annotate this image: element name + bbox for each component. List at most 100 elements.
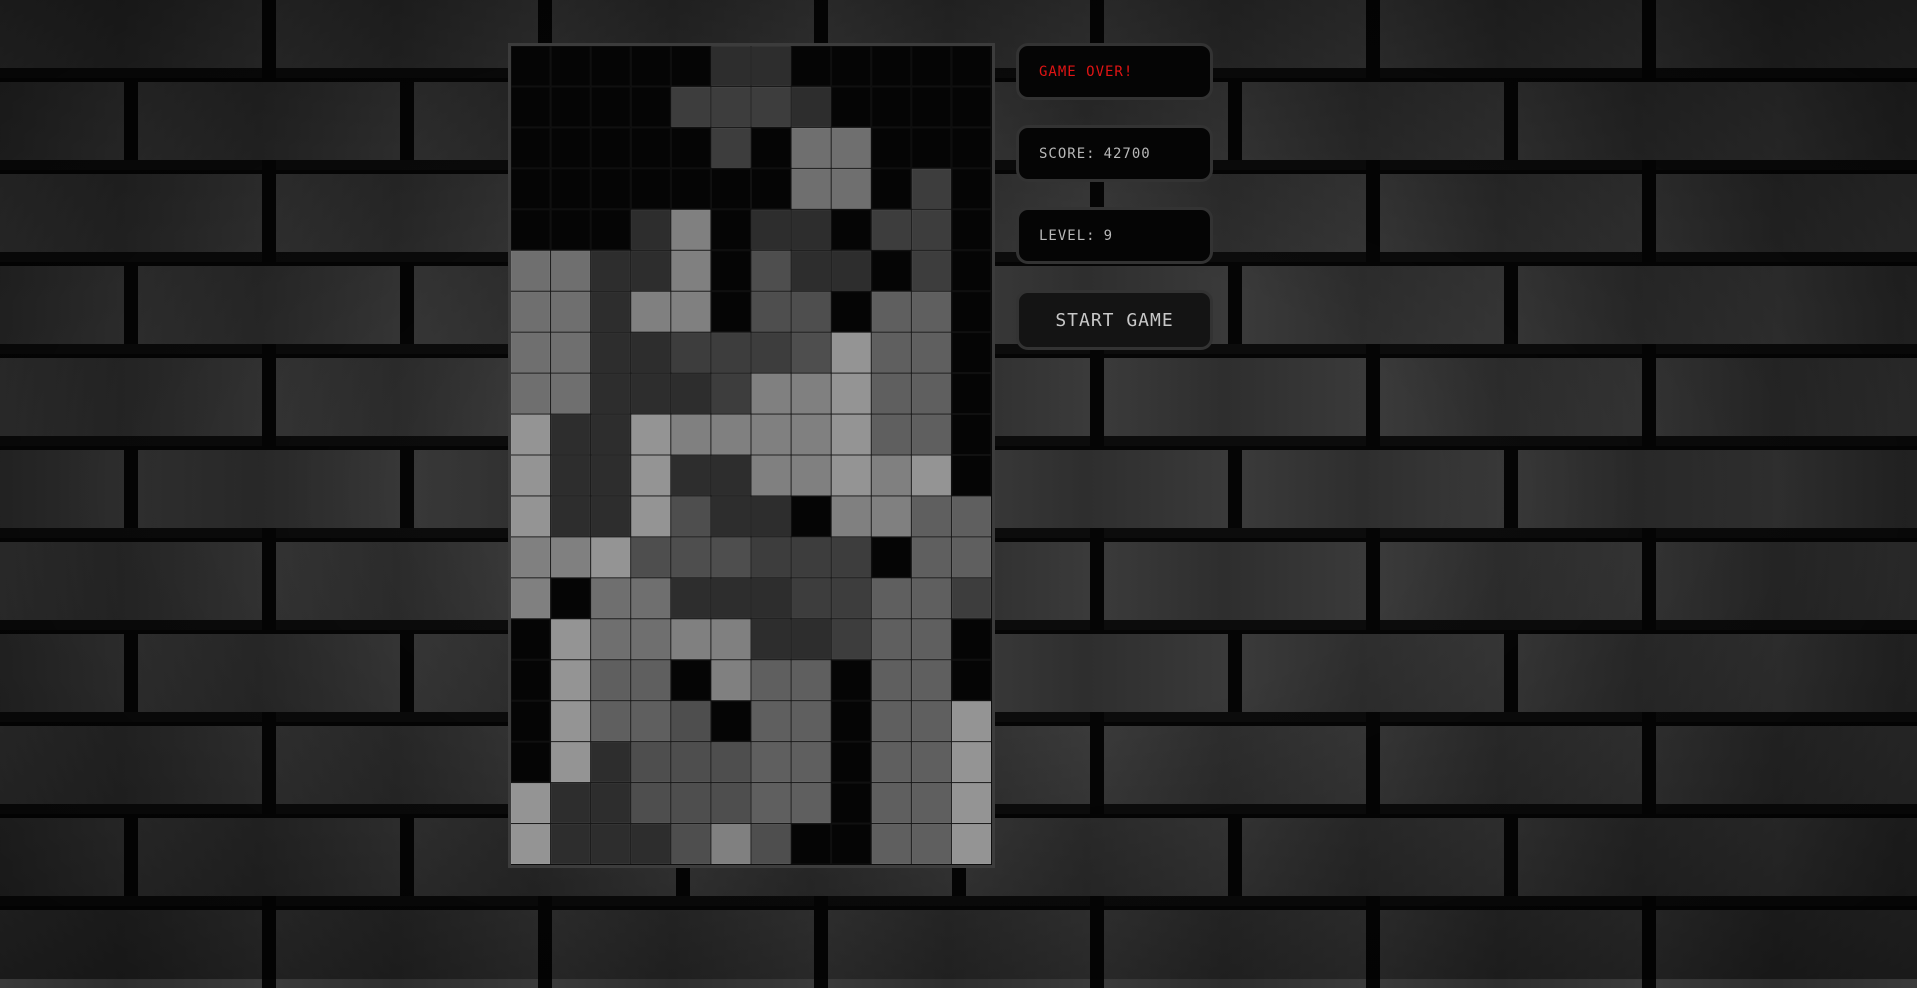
empty-cell	[951, 168, 992, 210]
empty-cell	[511, 127, 551, 169]
empty-cell	[831, 291, 872, 333]
empty-cell	[951, 291, 992, 333]
level-label: LEVEL:	[1039, 227, 1096, 244]
filled-block	[831, 168, 872, 210]
filled-block	[791, 291, 832, 333]
filled-block	[511, 495, 551, 537]
filled-block	[831, 618, 872, 660]
filled-block	[630, 455, 671, 496]
empty-cell	[951, 46, 992, 87]
empty-cell	[590, 46, 631, 87]
filled-block	[751, 209, 792, 251]
filled-block	[871, 455, 912, 496]
filled-block	[590, 291, 631, 333]
filled-block	[751, 250, 792, 292]
empty-cell	[670, 127, 711, 169]
filled-block	[630, 250, 671, 292]
filled-block	[710, 577, 751, 619]
filled-block	[751, 700, 792, 742]
game-board	[508, 43, 995, 868]
filled-block	[751, 618, 792, 660]
filled-block	[710, 373, 751, 415]
filled-block	[710, 536, 751, 578]
filled-block	[710, 823, 751, 865]
empty-cell	[511, 209, 551, 251]
empty-cell	[590, 168, 631, 210]
filled-block	[670, 536, 711, 578]
filled-block	[550, 495, 591, 537]
filled-block	[590, 741, 631, 783]
filled-block	[911, 495, 952, 537]
empty-cell	[710, 291, 751, 333]
filled-block	[511, 536, 551, 578]
filled-block	[590, 536, 631, 578]
filled-block	[751, 332, 792, 374]
filled-block	[751, 782, 792, 824]
filled-block	[951, 577, 992, 619]
start-game-button[interactable]: START GAME	[1016, 290, 1213, 350]
empty-cell	[791, 46, 832, 87]
empty-cell	[710, 168, 751, 210]
filled-block	[911, 741, 952, 783]
filled-block	[550, 700, 591, 742]
empty-cell	[951, 127, 992, 169]
filled-block	[710, 741, 751, 783]
filled-block	[911, 823, 952, 865]
filled-block	[550, 618, 591, 660]
filled-block	[630, 495, 671, 537]
filled-block	[511, 332, 551, 374]
empty-cell	[590, 86, 631, 128]
filled-block	[911, 209, 952, 251]
empty-cell	[511, 86, 551, 128]
filled-block	[670, 373, 711, 415]
filled-block	[751, 291, 792, 333]
filled-block	[791, 618, 832, 660]
filled-block	[710, 495, 751, 537]
filled-block	[791, 659, 832, 701]
filled-block	[550, 741, 591, 783]
filled-block	[791, 700, 832, 742]
filled-block	[751, 414, 792, 455]
empty-cell	[710, 700, 751, 742]
filled-block	[710, 659, 751, 701]
filled-block	[630, 414, 671, 455]
filled-block	[590, 414, 631, 455]
empty-cell	[951, 332, 992, 374]
empty-cell	[951, 373, 992, 415]
empty-cell	[911, 46, 952, 87]
filled-block	[590, 373, 631, 415]
filled-block	[670, 782, 711, 824]
filled-block	[511, 373, 551, 415]
filled-block	[871, 495, 912, 537]
filled-block	[590, 332, 631, 374]
filled-block	[871, 414, 912, 455]
filled-block	[710, 618, 751, 660]
filled-block	[911, 700, 952, 742]
empty-cell	[951, 86, 992, 128]
empty-cell	[951, 618, 992, 660]
filled-block	[630, 741, 671, 783]
filled-block	[791, 373, 832, 415]
filled-block	[550, 332, 591, 374]
game-over-text: GAME OVER!	[1039, 63, 1134, 80]
empty-cell	[511, 168, 551, 210]
filled-block	[550, 291, 591, 333]
empty-cell	[550, 577, 591, 619]
empty-cell	[550, 127, 591, 169]
filled-block	[751, 823, 792, 865]
empty-cell	[831, 209, 872, 251]
filled-block	[511, 250, 551, 292]
empty-cell	[831, 700, 872, 742]
empty-cell	[871, 127, 912, 169]
filled-block	[871, 373, 912, 415]
filled-block	[511, 782, 551, 824]
empty-cell	[911, 86, 952, 128]
filled-block	[791, 455, 832, 496]
empty-cell	[751, 168, 792, 210]
empty-cell	[831, 782, 872, 824]
filled-block	[831, 127, 872, 169]
filled-block	[871, 618, 912, 660]
filled-block	[670, 291, 711, 333]
filled-block	[871, 577, 912, 619]
empty-cell	[831, 46, 872, 87]
